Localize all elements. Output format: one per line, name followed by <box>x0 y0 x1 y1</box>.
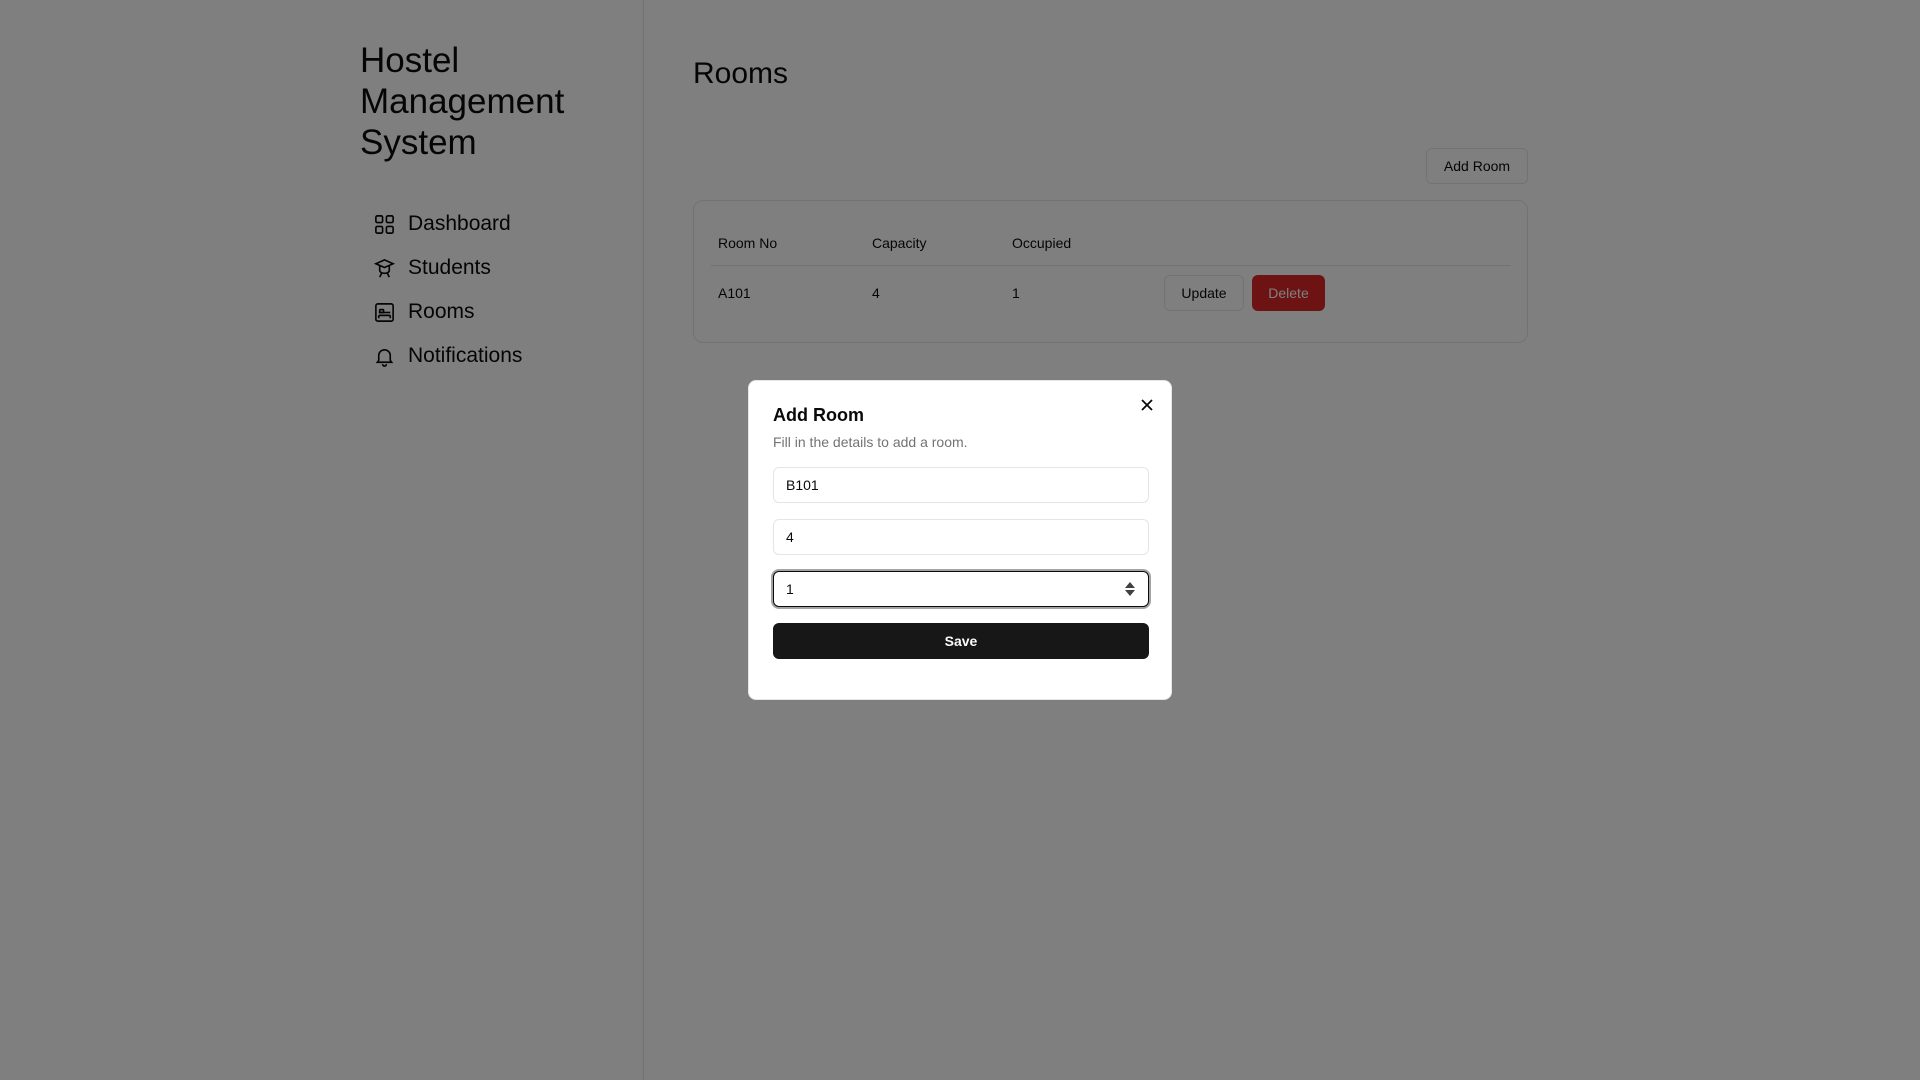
stepper-down-icon[interactable] <box>1125 590 1135 596</box>
add-room-dialog: Add Room Fill in the details to add a ro… <box>748 380 1172 700</box>
occupied-field[interactable] <box>773 571 1149 607</box>
occupied-input[interactable] <box>774 572 1120 606</box>
room-no-input[interactable] <box>773 467 1149 503</box>
dialog-title: Add Room <box>773 405 864 425</box>
save-button[interactable]: Save <box>773 623 1149 659</box>
capacity-input[interactable] <box>773 519 1149 555</box>
number-stepper[interactable] <box>1120 574 1140 604</box>
app-root: Hostel Management System Dashboard Stude… <box>0 0 1920 1080</box>
close-icon[interactable] <box>1137 395 1157 415</box>
stepper-up-icon[interactable] <box>1125 582 1135 588</box>
dialog-description: Fill in the details to add a room. <box>773 434 968 450</box>
